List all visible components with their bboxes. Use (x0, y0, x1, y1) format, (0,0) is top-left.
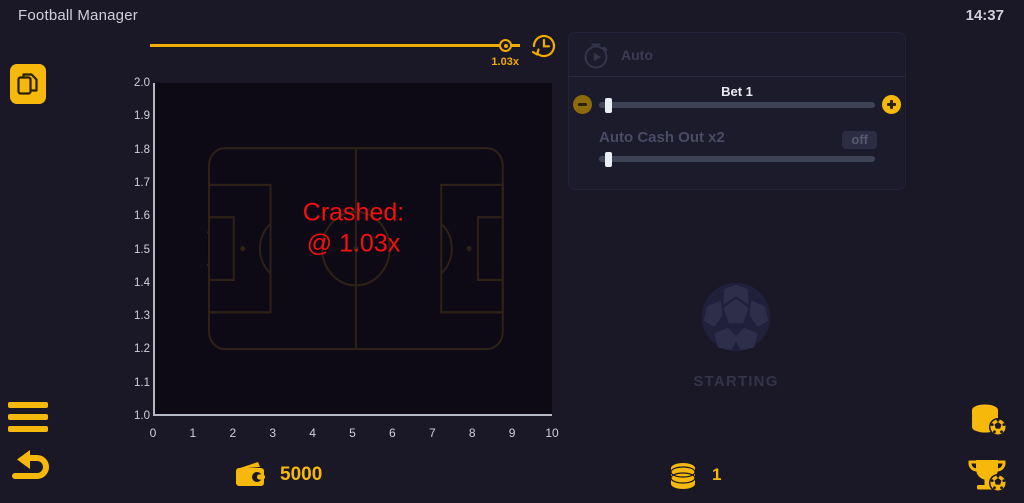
y-axis-tick: 1.9 (134, 110, 150, 123)
copy-documents-glyph (17, 73, 38, 95)
plus-glyph-v (890, 100, 893, 109)
trophy-football-glyph (968, 460, 1007, 492)
crash-label: Crashed: (302, 198, 405, 227)
x-axis-tick: 3 (269, 426, 277, 440)
bet-decrease-button[interactable] (573, 95, 592, 114)
y-axis-tick: 1.4 (134, 276, 150, 289)
history-clock-icon[interactable] (528, 30, 560, 62)
y-axis-tick: 1.0 (134, 410, 150, 422)
multiplier-track[interactable]: 1.03x (150, 36, 520, 68)
auto-cashout-state-badge[interactable]: off (842, 131, 877, 149)
x-axis-tick: 6 (389, 426, 396, 440)
auto-bet-label: Auto (621, 46, 653, 63)
menu-bar (8, 402, 48, 408)
coins-balance[interactable]: 1 (668, 460, 721, 490)
y-axis-tick: 1.3 (134, 310, 150, 323)
multiplier-value: 1.03x (491, 56, 519, 68)
game-screen: Football Manager 14:37 1.03x Crashed: @ … (0, 0, 1024, 503)
y-axis-tick: 1.5 (134, 243, 150, 256)
hamburger-menu-icon[interactable] (8, 402, 48, 438)
y-axis-tick: 1.7 (134, 176, 150, 189)
wallet-icon (236, 462, 265, 486)
back-arrow-glyph (12, 450, 49, 479)
menu-bar (8, 414, 48, 420)
track-knob[interactable] (499, 39, 513, 52)
x-axis-tick: 9 (508, 426, 516, 440)
chart-plot-area: Crashed: @ 1.03x (153, 83, 552, 416)
x-axis-tick: 1 (189, 426, 197, 440)
y-axis-tick: 2.0 (134, 77, 150, 89)
stopwatch-play-icon (584, 43, 608, 68)
auto-bet-toggle[interactable]: Auto (569, 33, 905, 77)
football-icon (701, 282, 771, 352)
crash-multiplier: @ 1.03x (306, 229, 401, 258)
coins-football-glyph (972, 404, 1007, 436)
crash-annotation: Crashed: @ 1.03x (155, 197, 552, 260)
round-status: STARTING (670, 272, 802, 390)
system-clock: 14:37 (965, 7, 1004, 24)
y-axis-tick: 1.2 (134, 343, 150, 356)
multiplier-chart: Crashed: @ 1.03x 1.0 1.1 1.2 1.3 1.4 1.5 1.6 1.… (126, 77, 560, 442)
wallet-balance[interactable]: 5000 (234, 460, 322, 490)
history-clock-glyph (531, 34, 556, 58)
auto-cashout-slider-thumb[interactable] (604, 152, 612, 167)
page-title: Football Manager (18, 7, 138, 24)
status-text: STARTING (693, 373, 779, 390)
y-axis-tick: 1.1 (134, 376, 150, 389)
x-axis-tick: 0 (149, 426, 157, 440)
x-axis-tick: 7 (428, 426, 436, 440)
bet-title: Bet 1 (721, 84, 753, 99)
bet-slider-thumb[interactable] (604, 98, 612, 113)
wallet-amount: 5000 (280, 464, 323, 485)
auto-cashout-label: Auto Cash Out x2 (599, 129, 725, 146)
coins-stack-icon (670, 463, 696, 489)
trophy-football-icon[interactable] (966, 455, 1010, 495)
bet-amount-slider[interactable] (599, 98, 875, 113)
menu-bar (8, 426, 48, 432)
copy-documents-icon[interactable] (10, 64, 46, 104)
auto-cashout-slider[interactable] (599, 152, 875, 167)
back-arrow-icon[interactable] (6, 448, 52, 492)
y-axis-tick: 1.6 (134, 210, 150, 223)
x-axis-tick: 5 (349, 426, 356, 440)
bet-increase-button[interactable] (882, 95, 901, 114)
x-axis-tick: 8 (468, 426, 476, 440)
coins-football-icon[interactable] (966, 400, 1010, 440)
bet-panel: Auto Bet 1 Auto Cash Out x2 off (568, 32, 906, 190)
x-axis-tick: 2 (229, 426, 237, 440)
minus-glyph (578, 103, 587, 106)
x-axis-tick: 10 (545, 426, 559, 440)
x-axis-tick: 4 (309, 426, 316, 440)
y-axis-tick: 1.8 (134, 143, 150, 156)
coins-amount: 1 (712, 465, 722, 484)
track-line (150, 44, 520, 47)
